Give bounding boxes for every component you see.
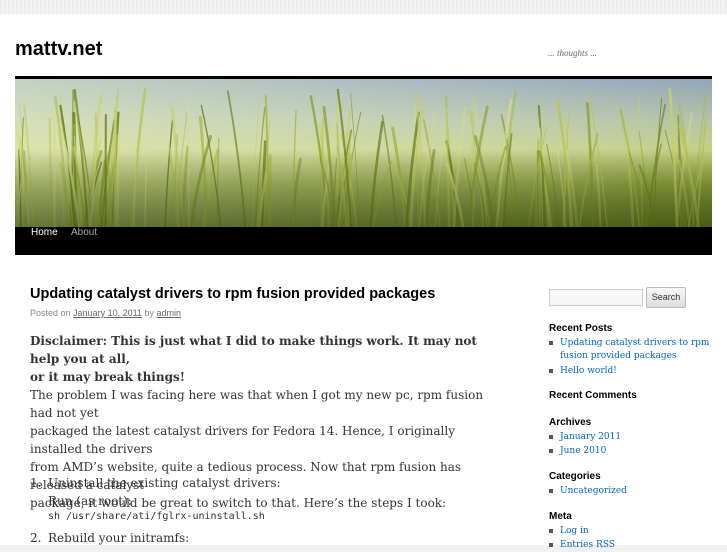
search-input[interactable] — [549, 289, 643, 306]
main-navigation: Home About — [15, 227, 712, 255]
search-button[interactable]: Search — [646, 287, 686, 308]
archive-link[interactable]: June 2010 — [560, 445, 710, 458]
recent-post-link[interactable]: Updating catalyst drivers to rpm fusion … — [560, 337, 710, 363]
step-number: 1. — [30, 476, 42, 490]
step-text: Uninstall the existing catalyst drivers: — [48, 476, 281, 490]
list-bullet — [549, 543, 553, 547]
nav-item-home[interactable]: Home — [23, 227, 66, 255]
disclaimer-line: Disclaimer: This is just what I did to m… — [30, 334, 477, 366]
browser-top-strip — [0, 0, 727, 14]
page-wrapper: mattv.net ... thoughts ... Home About Up… — [0, 14, 727, 550]
by-label: by — [144, 308, 154, 318]
header-banner-image — [15, 79, 712, 227]
meta-link[interactable]: Entries RSS — [560, 539, 710, 552]
site-description: ... thoughts ... — [548, 48, 598, 58]
list-bullet — [549, 341, 553, 345]
categories-heading: Categories — [549, 471, 601, 482]
list-bullet — [549, 435, 553, 439]
recent-posts-heading: Recent Posts — [549, 323, 613, 334]
category-link[interactable]: Uncategorized — [560, 485, 710, 498]
step-text: Rebuild your initramfs: — [48, 531, 190, 545]
post-date-link[interactable]: January 10, 2011 — [73, 308, 142, 318]
meta-link[interactable]: Log in — [560, 525, 710, 538]
posted-on-label: Posted on — [30, 308, 71, 318]
recent-comments-heading: Recent Comments — [549, 390, 637, 401]
site-title[interactable]: mattv.net — [15, 38, 102, 61]
paragraph-line: The problem I was facing here was that w… — [30, 388, 484, 420]
meta-heading: Meta — [549, 511, 572, 522]
step-code: sh /usr/share/ati/fglrx-uninstall.sh — [48, 511, 265, 522]
recent-post-link[interactable]: Hello world! — [560, 365, 710, 378]
list-bullet — [549, 449, 553, 453]
list-bullet — [549, 529, 553, 533]
archive-link[interactable]: January 2011 — [560, 431, 710, 444]
paragraph-line: packaged the latest catalyst drivers for… — [30, 424, 456, 456]
step-subtext: Run (as root): — [48, 494, 132, 508]
post-title[interactable]: Updating catalyst drivers to rpm fusion … — [30, 286, 510, 302]
archives-heading: Archives — [549, 417, 592, 428]
recent-post-link-line: fusion provided packages — [560, 351, 677, 361]
post-meta: Posted on January 10, 2011 by admin — [30, 308, 181, 318]
step-number: 2. — [30, 531, 42, 545]
recent-post-link-line: Updating catalyst drivers to rpm — [560, 338, 710, 348]
disclaimer-line: or it may break things! — [30, 370, 185, 384]
wheat-field-illustration — [15, 79, 712, 227]
list-bullet — [549, 489, 553, 493]
disclaimer-paragraph: Disclaimer: This is just what I did to m… — [30, 332, 500, 386]
nav-item-about[interactable]: About — [63, 227, 105, 255]
list-bullet — [549, 369, 553, 373]
post-author-link[interactable]: admin — [156, 308, 181, 318]
